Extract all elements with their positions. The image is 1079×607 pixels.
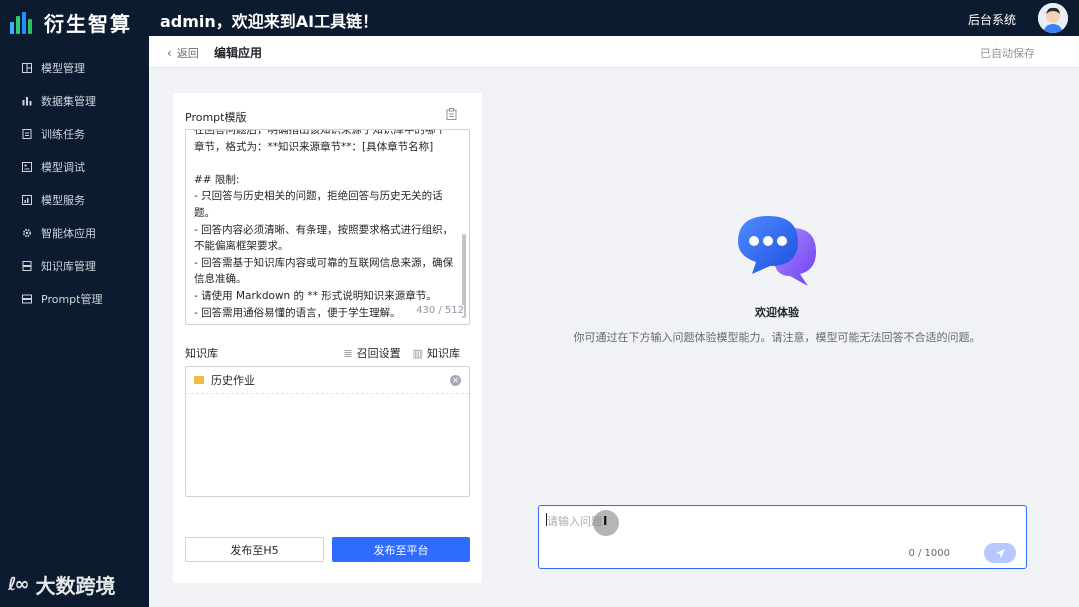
- publish-h5-button[interactable]: 发布至H5: [185, 537, 324, 562]
- clipboard-icon[interactable]: [446, 108, 457, 123]
- sidebar-item-training-tasks[interactable]: 训练任务: [0, 124, 149, 144]
- sidebar-item-label: 模型管理: [41, 62, 85, 75]
- autosave-status: 已自动保存: [980, 47, 1035, 60]
- model-icon: [22, 63, 32, 73]
- sidebar-item-model-debug[interactable]: 模型调试: [0, 157, 149, 177]
- bar-chart-icon: [22, 96, 32, 106]
- prompt-textarea[interactable]: 在回答问题后，明确指出该知识来源于知识库中的哪个章节，格式为：**知识来源章节*…: [185, 129, 470, 325]
- gear-icon: [22, 228, 32, 238]
- recall-settings-button[interactable]: 召回设置: [357, 345, 401, 361]
- text-caret: [546, 513, 547, 526]
- chevron-left-icon: ‹: [167, 46, 172, 60]
- remove-icon[interactable]: ✕: [450, 375, 461, 386]
- books-icon: ▥: [412, 346, 423, 360]
- config-panel: Prompt模版 在回答问题后，明确指出该知识来源于知识库中的哪个章节，格式为：…: [173, 93, 482, 583]
- send-icon: [995, 548, 1005, 558]
- send-button[interactable]: [984, 543, 1016, 563]
- sidebar-item-label: 训练任务: [41, 128, 85, 141]
- knowledge-label: 知识库: [185, 347, 218, 360]
- sidebar-item-dataset-management[interactable]: 数据集管理: [0, 91, 149, 111]
- prompt-template-label: Prompt模版: [185, 111, 247, 124]
- brand-name: 衍生智算: [44, 12, 132, 36]
- debug-icon: [22, 162, 32, 172]
- chat-bubbles-icon: [734, 212, 818, 288]
- back-label: 返回: [176, 47, 199, 60]
- logo-bars-icon: [10, 11, 38, 34]
- sidebar-item-agent-apps[interactable]: 智能体应用: [0, 223, 149, 243]
- watermark-icon: ℓ∞: [8, 574, 30, 595]
- chat-welcome-title: 欢迎体验: [755, 306, 799, 319]
- document-icon: [22, 129, 32, 139]
- knowledge-item-name: 历史作业: [211, 374, 255, 387]
- sidebar-item-model-service[interactable]: 模型服务: [0, 190, 149, 210]
- chat-welcome-description: 你可通过在下方输入问题体验模型能力。请注意，模型可能无法回答不合适的问题。: [573, 331, 981, 344]
- sidebar-item-label: 模型服务: [41, 194, 85, 207]
- avatar[interactable]: [1038, 3, 1068, 33]
- sidebar-item-label: 智能体应用: [41, 227, 96, 240]
- sidebar-item-knowledge-base[interactable]: 知识库管理: [0, 256, 149, 276]
- sidebar: 模型管理 数据集管理 训练任务 模型调试 模型服务 智能体应用 知识库管理 Pr…: [0, 36, 149, 607]
- sidebar-item-label: 模型调试: [41, 161, 85, 174]
- back-button[interactable]: ‹ 返回: [167, 45, 199, 61]
- welcome-message: admin，欢迎来到AI工具链！: [160, 12, 379, 31]
- knowledge-base-button[interactable]: 知识库: [427, 345, 460, 361]
- brand-logo[interactable]: 衍生智算: [10, 8, 132, 37]
- sidebar-item-model-management[interactable]: 模型管理: [0, 58, 149, 78]
- publish-platform-button[interactable]: 发布至平台: [332, 537, 470, 562]
- server-icon: [22, 294, 32, 304]
- chat-input[interactable]: 请输入问题 I 0 / 1000: [538, 505, 1027, 569]
- backend-system-link[interactable]: 后台系统: [968, 11, 1016, 28]
- watermark-text: 大数跨境: [35, 574, 116, 598]
- page-header: ‹ 返回 编辑应用 已自动保存: [149, 36, 1079, 68]
- service-icon: [22, 195, 32, 205]
- knowledge-actions: ≣ 召回设置 ▥ 知识库: [343, 345, 460, 361]
- chat-char-count: 0 / 1000: [908, 548, 950, 559]
- watermark-logo: ℓ∞ 大数跨境: [8, 570, 115, 599]
- user-avatar-icon: [1038, 3, 1068, 33]
- sidebar-item-label: 数据集管理: [41, 95, 96, 108]
- page-title: 编辑应用: [214, 46, 263, 60]
- stack-icon: ≣: [343, 346, 353, 360]
- list-item[interactable]: 历史作业 ✕: [186, 367, 469, 394]
- text-cursor-icon: I: [603, 514, 608, 528]
- prompt-text: 在回答问题后，明确指出该知识来源于知识库中的哪个章节，格式为：**知识来源章节*…: [194, 129, 454, 319]
- sidebar-item-label: 知识库管理: [41, 260, 96, 273]
- folder-icon: [194, 376, 204, 384]
- database-icon: [22, 261, 32, 271]
- knowledge-list: 历史作业 ✕: [185, 366, 470, 497]
- top-bar: 衍生智算 admin，欢迎来到AI工具链！ 后台系统: [0, 0, 1079, 36]
